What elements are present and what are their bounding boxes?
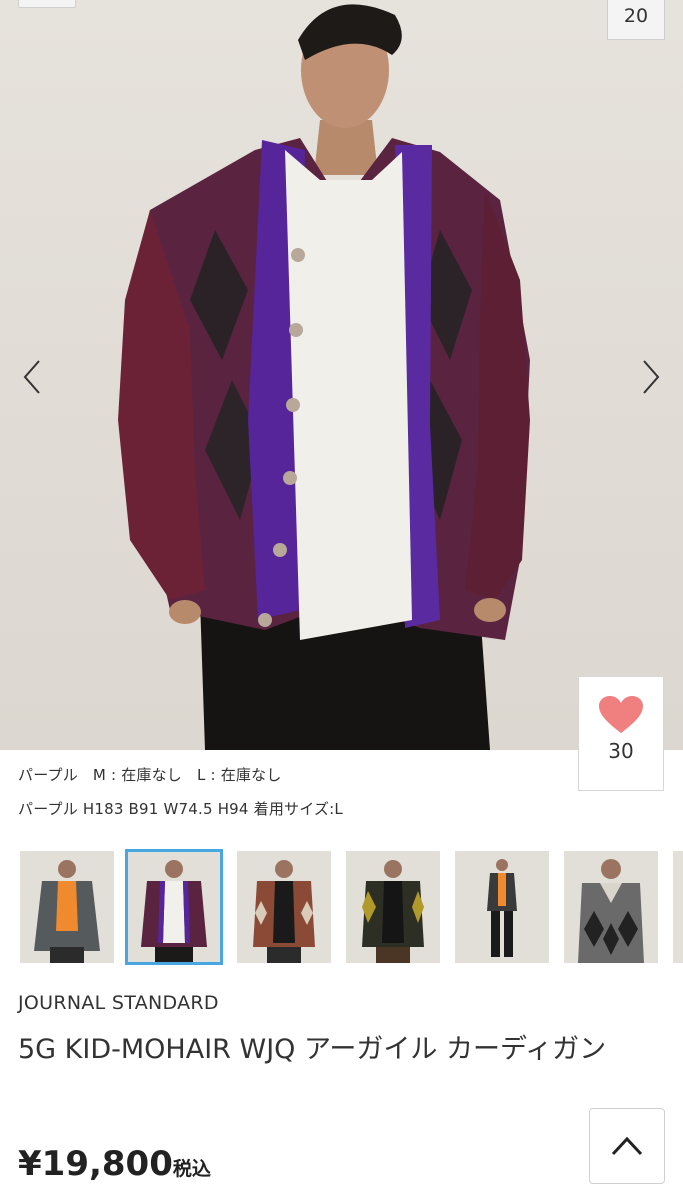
stock-color: パープル <box>18 766 78 784</box>
thumbnail-purple[interactable] <box>125 849 223 965</box>
thumbnail-gray-black[interactable] <box>455 851 549 963</box>
thumbnail-image <box>127 851 221 963</box>
heart-icon <box>599 696 643 733</box>
favorite-count: 30 <box>608 739 634 763</box>
stock-status: パープル M : 在庫なし L : 在庫なし <box>18 764 292 785</box>
thumbnail-olive[interactable] <box>346 851 440 963</box>
thumbnail-strip[interactable] <box>0 848 683 968</box>
product-main-image[interactable]: 20 <box>0 0 683 750</box>
product-price: ¥19,800税込 <box>18 1144 211 1184</box>
thumbnail-gray-black-v[interactable] <box>564 851 658 963</box>
next-image-button[interactable] <box>629 355 673 399</box>
thumbnail-gray[interactable] <box>20 851 114 963</box>
image-counter-value: 20 <box>623 5 649 27</box>
thumbnail-image <box>346 851 440 963</box>
image-counter: 20 <box>607 0 665 40</box>
chevron-left-icon <box>23 360 40 394</box>
thumbnail-image <box>20 851 114 963</box>
chevron-up-icon <box>611 1136 643 1156</box>
thumbnail-image <box>237 851 331 963</box>
product-title: 5G KID-MOHAIR WJQ アーガイル カーディガン <box>18 1034 607 1065</box>
model-photo <box>118 4 530 750</box>
brand-name[interactable]: JOURNAL STANDARD <box>18 992 219 1014</box>
model-info: パープル H183 B91 W74.5 H94 着用サイズ:L <box>18 800 343 818</box>
stock-size-m: M : 在庫なし <box>92 766 183 784</box>
scroll-to-top-button[interactable] <box>589 1108 665 1184</box>
price-value: ¥19,800 <box>18 1144 173 1184</box>
thumbnail-image <box>564 851 658 963</box>
chevron-right-icon <box>643 360 660 394</box>
stock-size-l: L : 在庫なし <box>196 766 282 784</box>
thumbnail-partial[interactable] <box>673 851 683 963</box>
prev-image-button[interactable] <box>10 355 54 399</box>
favorite-button[interactable]: 30 <box>578 676 664 791</box>
thumbnail-brown[interactable] <box>237 851 331 963</box>
price-tax-label: 税込 <box>172 1158 211 1180</box>
top-tab-button[interactable] <box>18 0 76 8</box>
thumbnail-image <box>455 851 549 963</box>
